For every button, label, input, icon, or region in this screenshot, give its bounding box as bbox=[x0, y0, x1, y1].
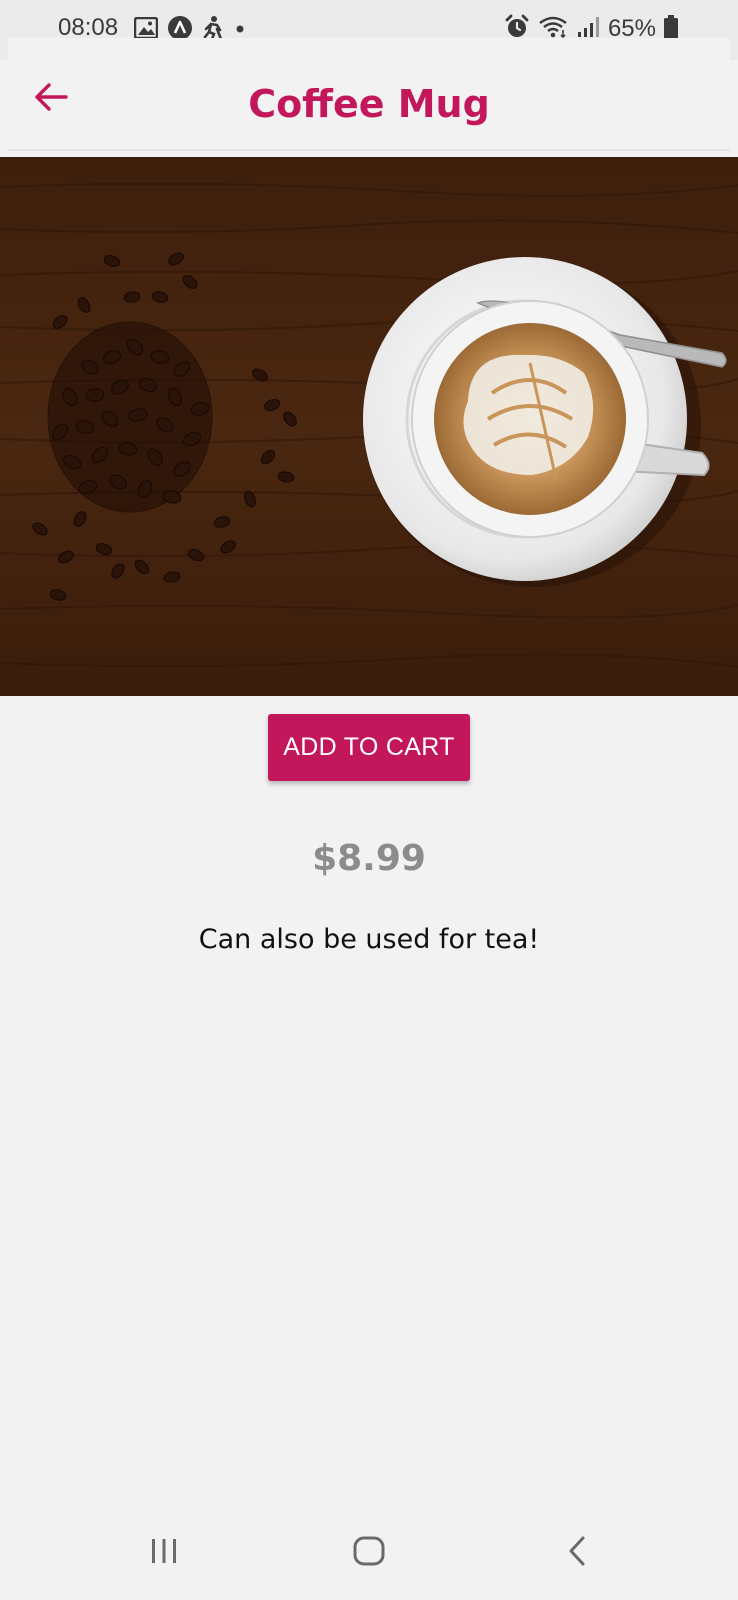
product-screen: 08:08 65% Coffee Mug ADD TO CART $8.99 C… bbox=[0, 0, 738, 1600]
home-icon bbox=[353, 1536, 385, 1570]
system-nav-bar bbox=[0, 1506, 738, 1600]
back-icon bbox=[566, 1536, 588, 1570]
recent-apps-button[interactable] bbox=[119, 1506, 209, 1600]
add-to-cart-button[interactable]: ADD TO CART bbox=[268, 714, 470, 781]
home-button[interactable] bbox=[324, 1506, 414, 1600]
product-description: Can also be used for tea! bbox=[198, 924, 540, 955]
page-title: Coffee Mug bbox=[248, 82, 490, 126]
recent-apps-icon bbox=[149, 1537, 179, 1569]
product-image bbox=[0, 157, 738, 696]
product-price: $8.99 bbox=[312, 838, 426, 879]
system-back-button[interactable] bbox=[532, 1506, 622, 1600]
app-bar: Coffee Mug bbox=[8, 38, 730, 151]
